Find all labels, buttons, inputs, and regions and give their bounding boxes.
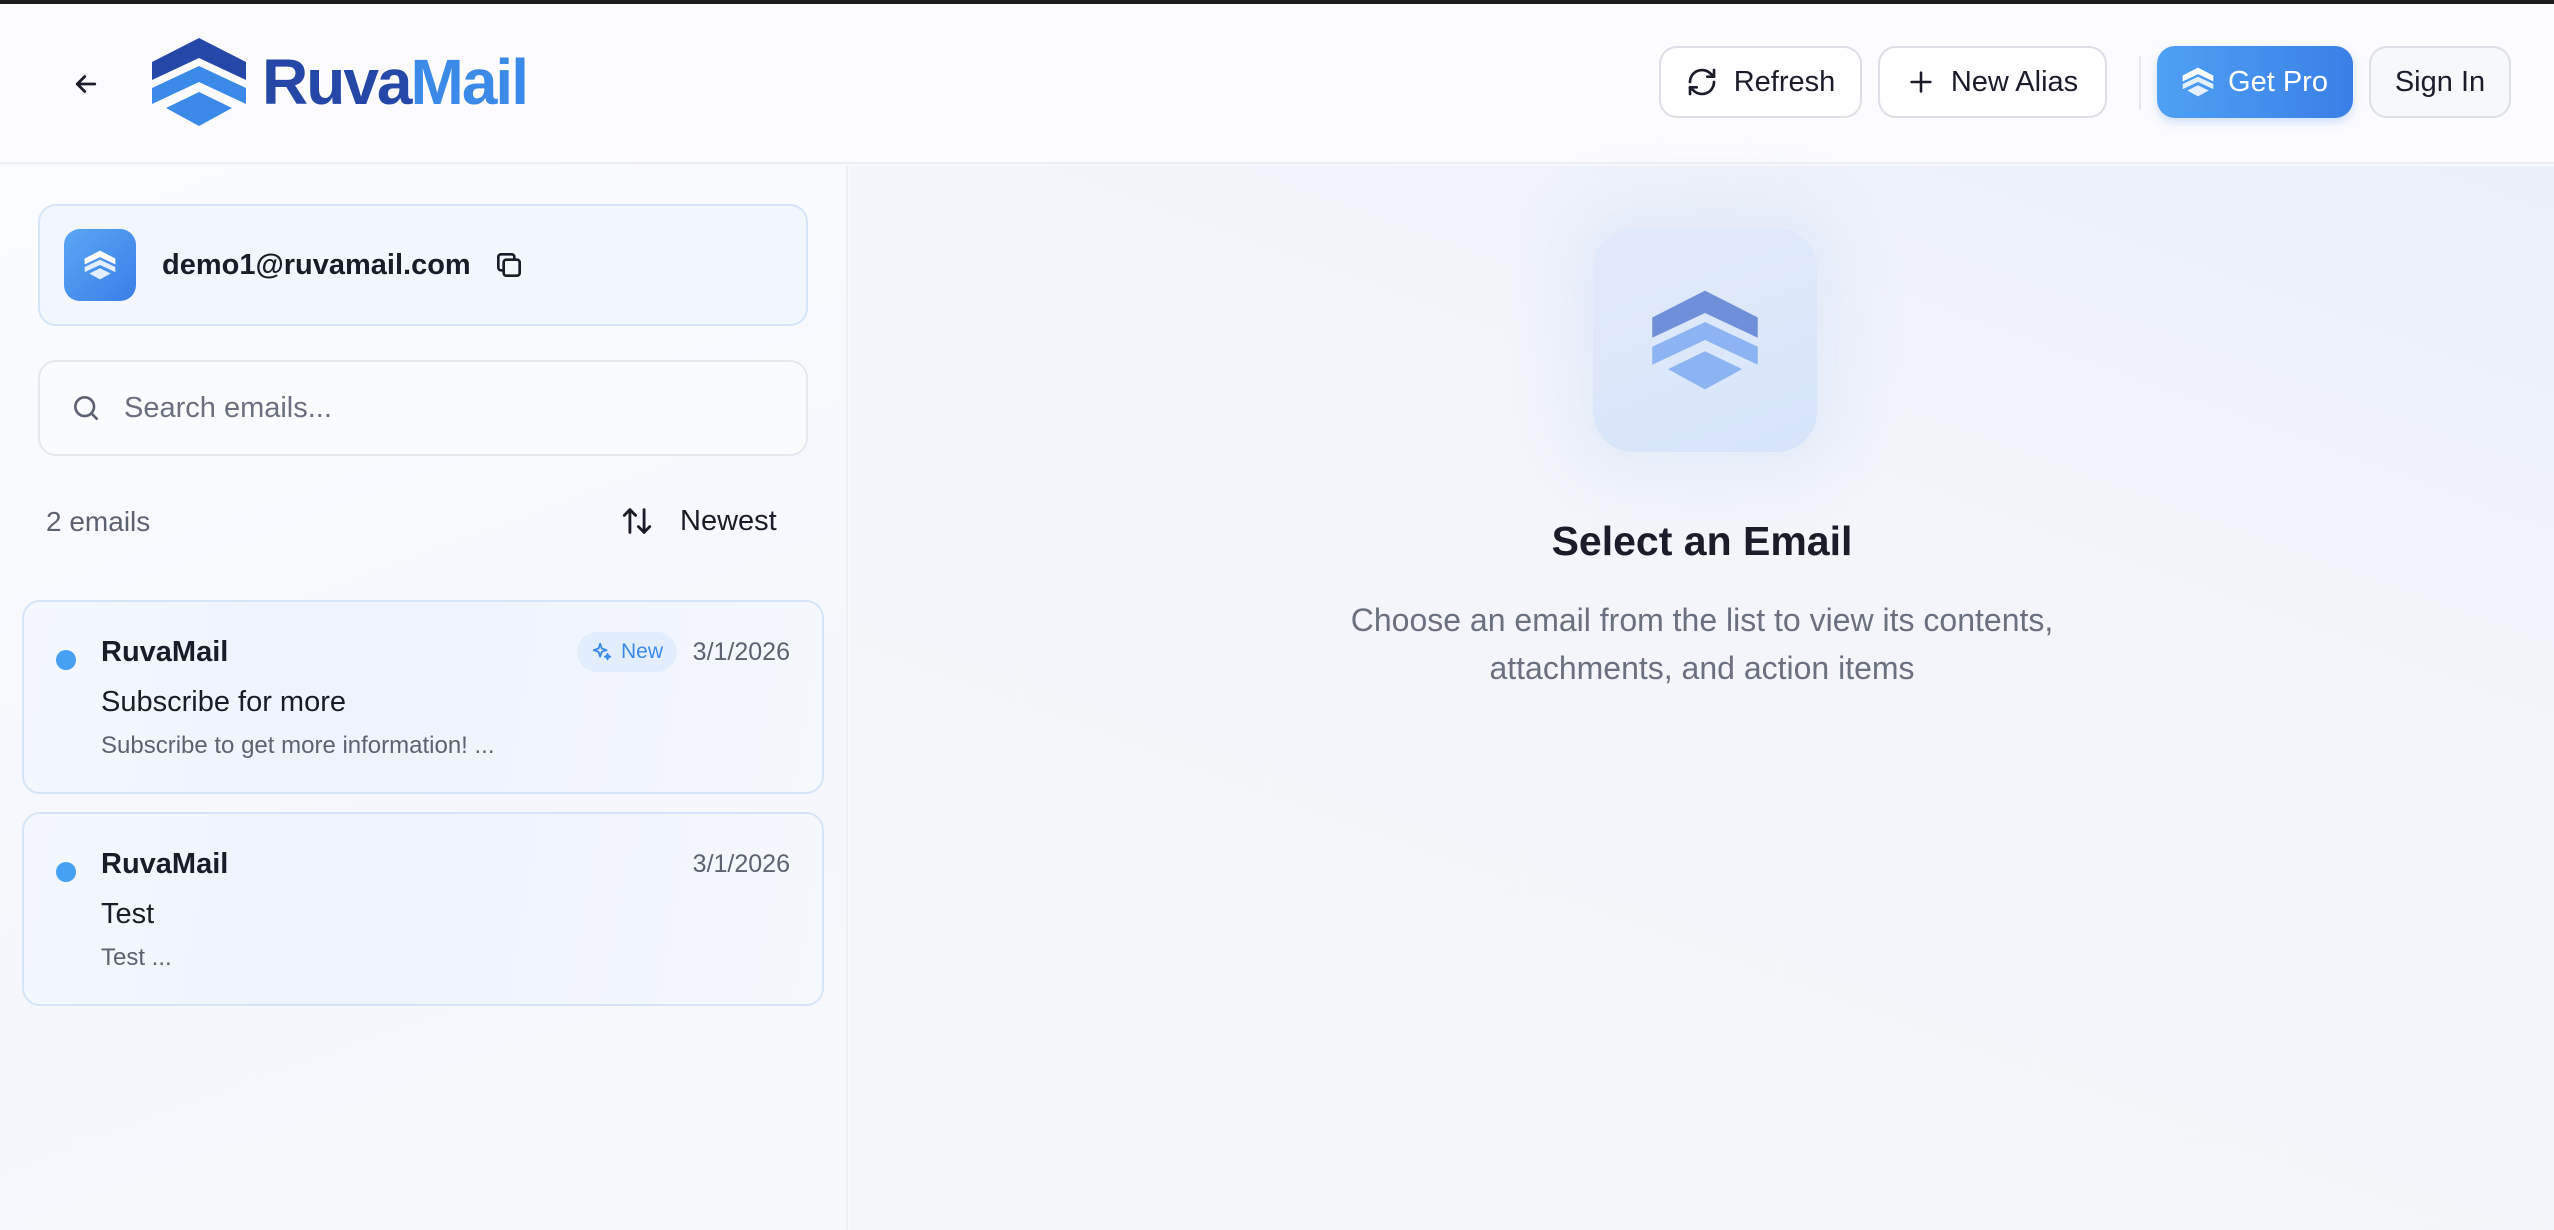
refresh-label: Refresh: [1733, 65, 1836, 98]
sign-in-button[interactable]: Sign In: [2369, 46, 2511, 118]
logo-chevrons-icon: [152, 38, 246, 126]
unread-indicator: [56, 650, 76, 670]
account-card: demo1@ruvamail.com: [38, 204, 808, 326]
search-icon: [74, 396, 98, 420]
email-count: 2 emails: [46, 506, 151, 537]
sign-in-label: Sign In: [2394, 65, 2486, 98]
app-logo[interactable]: RuvaMail: [150, 36, 529, 128]
get-pro-button[interactable]: Get Pro: [2157, 46, 2353, 118]
new-badge: New: [577, 632, 678, 672]
email-subject: Test: [101, 898, 155, 930]
app-header: RuvaMail Refresh New Alias Get Pro Sign …: [0, 4, 2554, 164]
search-box: [38, 360, 808, 456]
new-badge-label: New: [621, 640, 664, 663]
sparkle-icon: [592, 642, 612, 661]
refresh-button[interactable]: Refresh: [1659, 46, 1862, 118]
refresh-icon: [1688, 68, 1716, 96]
logo-text-ruva: Ruva: [262, 46, 412, 118]
email-date: 3/1/2026: [692, 850, 790, 878]
search-input[interactable]: [124, 391, 764, 425]
arrow-left-icon: [75, 75, 97, 93]
logo-chevrons-icon: [1652, 290, 1758, 390]
logo-text-mail: Mail: [410, 46, 529, 118]
sort-arrows-icon: [622, 508, 652, 534]
email-preview: Test ...: [101, 944, 172, 971]
logo-chevrons-icon: [84, 250, 116, 280]
new-alias-button[interactable]: New Alias: [1878, 46, 2107, 118]
empty-state-description: Choose an email from the list to view it…: [1350, 602, 2054, 686]
empty-state-icon: [1593, 228, 1817, 452]
account-email: demo1@ruvamail.com: [162, 248, 471, 281]
sort-button[interactable]: Newest: [620, 496, 777, 546]
unread-indicator: [56, 862, 76, 882]
plus-icon: [1910, 71, 1932, 93]
copy-icon: [496, 253, 521, 277]
logo-wordmark: RuvaMail: [262, 45, 529, 119]
copy-email-button[interactable]: [489, 245, 529, 285]
back-button[interactable]: [62, 60, 110, 108]
email-list-item[interactable]: RuvaMail 3/1/2026 Test Test ...: [22, 812, 824, 1006]
logo-chevrons-icon: [2182, 67, 2214, 97]
email-sender: RuvaMail: [101, 848, 229, 880]
sort-label: Newest: [680, 504, 777, 537]
account-avatar: [64, 229, 136, 301]
empty-state-title: Select an Email: [1551, 518, 1853, 564]
email-preview: Subscribe to get more information! ...: [101, 732, 495, 759]
inbox-sidebar: demo1@ruvamail.com 2 emails Newest RuvaM…: [0, 166, 848, 1230]
email-reading-pane: Select an Email Choose an email from the…: [850, 166, 2554, 1230]
email-subject: Subscribe for more: [101, 686, 346, 718]
get-pro-label: Get Pro: [2228, 65, 2328, 98]
header-divider: [2139, 56, 2141, 110]
new-alias-label: New Alias: [1950, 65, 2079, 98]
email-date: 3/1/2026: [692, 638, 790, 666]
email-list-item[interactable]: RuvaMail New 3/1/2026 Subscribe for more…: [22, 600, 824, 794]
email-sender: RuvaMail: [101, 636, 229, 668]
